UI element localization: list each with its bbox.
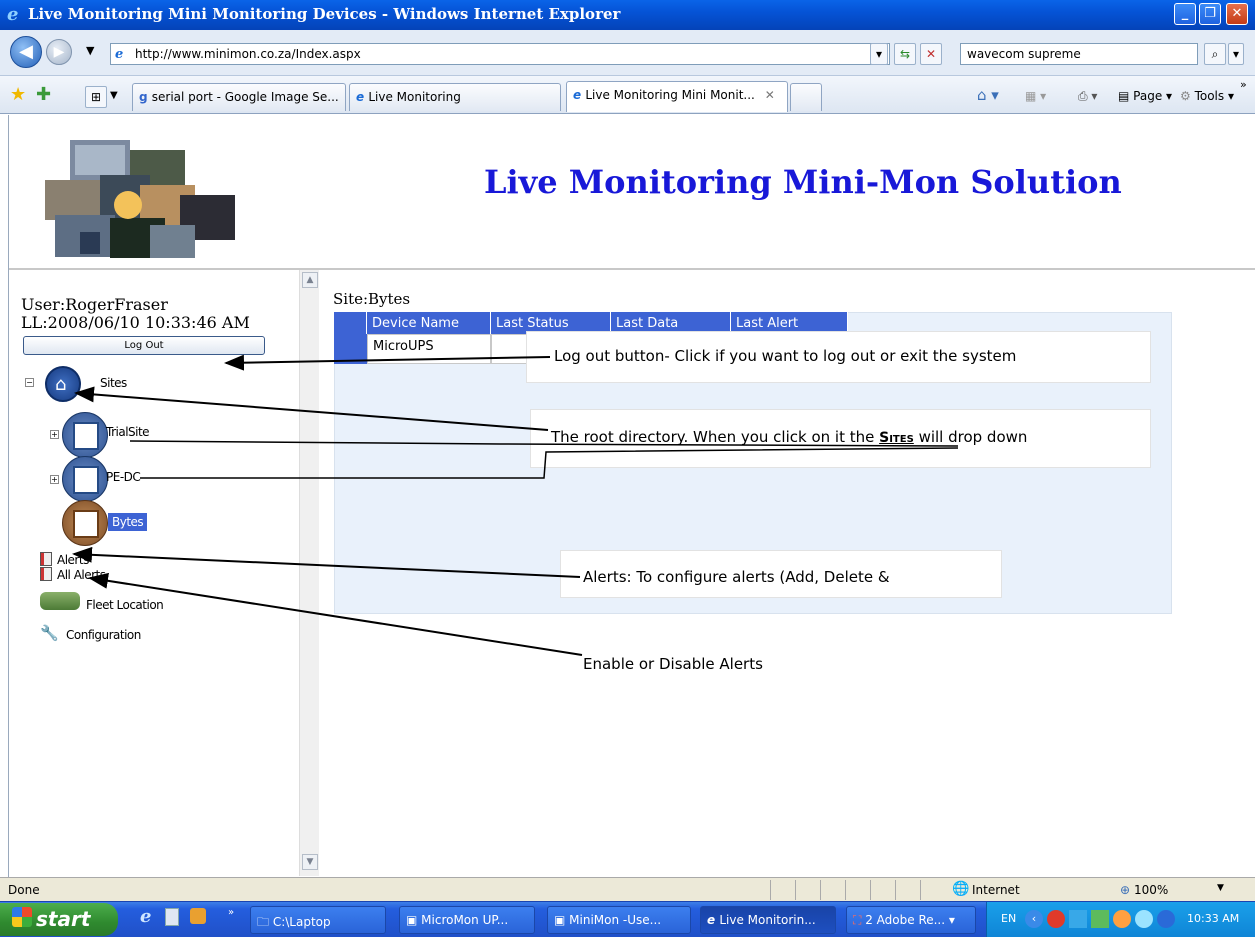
task-label: 2 Adobe Re... [865, 913, 946, 927]
tray-sync-icon[interactable] [1113, 910, 1131, 928]
language-indicator[interactable]: EN [1001, 912, 1016, 925]
tray-app-icon[interactable] [1069, 910, 1087, 928]
task-minimon-doc[interactable]: ▣ MiniMon -Use... [547, 906, 691, 934]
tray-network-icon[interactable] [1091, 910, 1109, 928]
tray-security-icon[interactable] [1047, 910, 1065, 928]
pdf-icon: ⛶ [853, 913, 866, 927]
status-panels [770, 880, 940, 900]
zoom-level[interactable]: 100% [1134, 883, 1168, 897]
quicklaunch-doc-icon[interactable] [165, 908, 179, 926]
quicklaunch-more-icon[interactable]: » [228, 907, 234, 918]
zone-label: Internet [972, 883, 1020, 897]
folder-icon: 🗀 [257, 915, 273, 929]
quicklaunch-ie-icon[interactable]: e [140, 906, 151, 927]
task-live-monitoring[interactable]: e Live Monitorin... [700, 906, 836, 934]
tray-messenger-icon[interactable] [1135, 910, 1153, 928]
task-adobe-reader[interactable]: ⛶ 2 Adobe Re... ▾ [846, 906, 976, 934]
status-bar: Done 🌐 Internet ⊕ 100% ▼ [0, 877, 1255, 901]
clock[interactable]: 10:33 AM [1187, 912, 1239, 925]
task-label: C:\Laptop [272, 915, 331, 929]
task-label: MiniMon -Use... [569, 913, 662, 927]
zoom-icon[interactable]: ⊕ [1120, 883, 1130, 897]
task-label: Live Monitorin... [719, 913, 816, 927]
task-laptop-folder[interactable]: 🗀 C:\Laptop [250, 906, 386, 934]
arrow-trialsite-underline [129, 440, 959, 447]
ie-icon: e [707, 913, 720, 927]
quicklaunch-app-icon[interactable] [190, 908, 206, 924]
arrow-all-alerts [88, 572, 583, 656]
tray-help-icon[interactable] [1157, 910, 1175, 928]
word-icon: ▣ [554, 913, 570, 927]
arrow-root [74, 386, 549, 431]
arrow-alerts [72, 546, 581, 578]
system-tray: EN ‹ 10:33 AM [986, 902, 1255, 937]
status-text: Done [8, 883, 40, 897]
arrow-pedc-line [140, 447, 959, 479]
globe-icon: 🌐 [952, 881, 970, 897]
annotation-arrows [72, 354, 959, 656]
tray-expand-icon[interactable]: ‹ [1025, 910, 1043, 928]
arrow-logout [224, 354, 551, 371]
windows-logo-icon [12, 907, 32, 927]
task-micromon-doc[interactable]: ▣ MicroMon UP... [399, 906, 535, 934]
start-label: start [36, 907, 91, 931]
word-icon: ▣ [406, 913, 422, 927]
task-label: MicroMon UP... [421, 913, 509, 927]
zoom-dropdown-icon[interactable]: ▼ [1217, 883, 1224, 893]
